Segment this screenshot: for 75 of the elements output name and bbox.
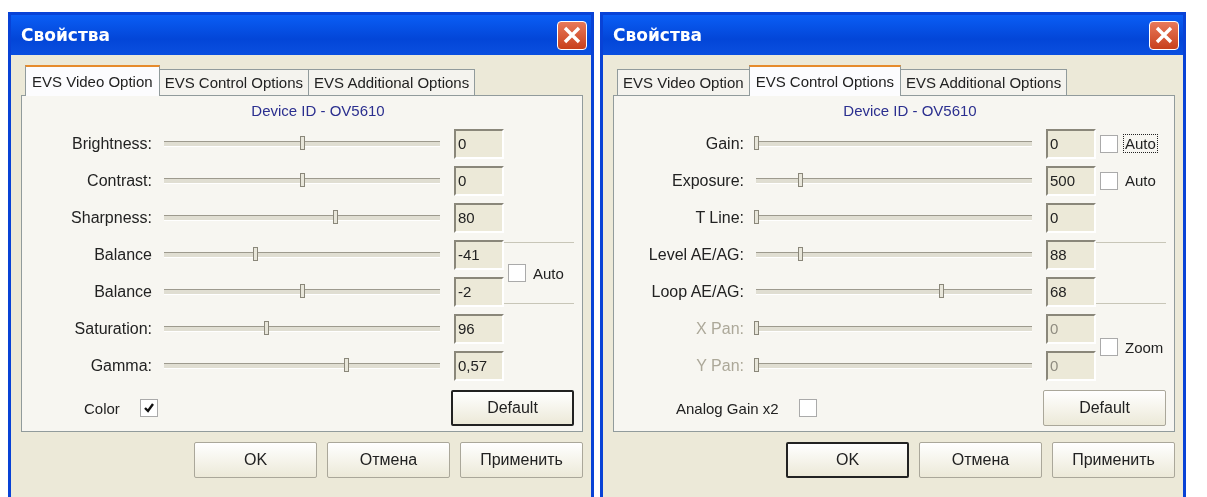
slider-thumb[interactable] <box>754 209 759 224</box>
dialog-button[interactable]: Применить <box>460 442 583 478</box>
slider-label: Contrast: <box>86 171 153 190</box>
checkbox-label: Color <box>83 398 121 418</box>
value-field[interactable]: 80 <box>454 202 504 233</box>
checkbox[interactable] <box>1100 134 1118 153</box>
slider-label: X Pan: <box>694 319 745 338</box>
slider-thumb[interactable] <box>333 209 339 224</box>
slider-thumb[interactable] <box>754 135 759 150</box>
close-icon <box>563 26 581 44</box>
checkbox[interactable] <box>798 399 817 417</box>
slider-label: Gain: <box>704 134 745 153</box>
slider-label: Level AE/AG: <box>647 245 745 264</box>
value-field[interactable]: 0 <box>454 165 504 196</box>
device-id-label: Device ID - OV5610 <box>250 102 385 119</box>
checkbox-label: Auto <box>532 263 565 283</box>
value-field: 0 <box>1046 313 1096 344</box>
slider-thumb[interactable] <box>300 135 305 150</box>
device-id-label: Device ID - OV5610 <box>842 102 977 119</box>
slider-label: Sharpness: <box>70 208 153 227</box>
checkbox[interactable] <box>1100 171 1118 190</box>
close-icon <box>1155 26 1173 44</box>
value-field[interactable]: 0 <box>1046 128 1096 159</box>
slider-label: Exposure: <box>670 171 745 190</box>
slider-thumb[interactable] <box>300 172 305 187</box>
tab[interactable]: EVS Video Option <box>25 65 160 96</box>
slider-label: Balance <box>93 282 153 301</box>
value-field[interactable]: 0 <box>454 128 504 159</box>
value-field[interactable]: 96 <box>454 313 504 344</box>
value-field[interactable]: -2 <box>454 276 504 307</box>
checkbox-label: Zoom <box>1124 337 1165 357</box>
slider-thumb[interactable] <box>300 283 305 298</box>
slider-label: Brightness: <box>70 134 153 153</box>
slider-thumb[interactable] <box>798 246 804 261</box>
close-button[interactable] <box>1149 20 1179 50</box>
default-button[interactable]: Default <box>451 390 574 426</box>
checkbox[interactable] <box>139 399 158 417</box>
slider-label: T Line: <box>694 208 745 227</box>
window-title: Свойства <box>21 25 110 45</box>
value-field[interactable]: 68 <box>1046 276 1096 307</box>
checkbox-label: Auto <box>1123 134 1158 153</box>
dialog-button[interactable]: OK <box>194 442 317 478</box>
tab[interactable]: EVS Video Option <box>617 69 750 95</box>
checkbox-label: Analog Gain x2 <box>675 398 780 418</box>
slider-label: Balance <box>93 245 153 264</box>
dialog-button[interactable]: OK <box>786 442 909 478</box>
value-field[interactable]: -41 <box>454 239 504 270</box>
tab[interactable]: EVS Control Options <box>158 69 310 95</box>
checkbox[interactable] <box>508 264 526 282</box>
value-field[interactable]: 88 <box>1046 239 1096 270</box>
default-button[interactable]: Default <box>1043 390 1166 426</box>
dialog-button[interactable]: Отмена <box>919 442 1042 478</box>
window-title: Свойства <box>613 25 702 45</box>
value-field: 0 <box>1046 350 1096 381</box>
tab[interactable]: EVS Additional Options <box>308 69 476 95</box>
slider-thumb[interactable] <box>938 283 944 298</box>
slider-label: Y Pan: <box>695 356 745 375</box>
dialog-button[interactable]: Применить <box>1052 442 1175 478</box>
slider-thumb[interactable] <box>798 172 804 187</box>
checkbox-label: Auto <box>1124 171 1157 190</box>
slider-thumb[interactable] <box>253 246 259 261</box>
tab[interactable]: EVS Additional Options <box>900 69 1068 95</box>
close-button[interactable] <box>557 20 587 50</box>
slider-thumb[interactable] <box>344 357 350 372</box>
value-field[interactable]: 500 <box>1046 165 1096 196</box>
value-field[interactable]: 0,57 <box>454 350 504 381</box>
value-field[interactable]: 0 <box>1046 202 1096 233</box>
checkmark-icon <box>142 402 155 414</box>
slider-label: Gamma: <box>89 356 153 375</box>
checkbox[interactable] <box>1100 338 1118 356</box>
slider-thumb[interactable] <box>264 320 270 335</box>
slider-label: Saturation: <box>73 319 153 338</box>
dialog-button[interactable]: Отмена <box>327 442 450 478</box>
tab[interactable]: EVS Control Options <box>748 65 902 96</box>
slider-label: Loop AE/AG: <box>650 282 745 301</box>
